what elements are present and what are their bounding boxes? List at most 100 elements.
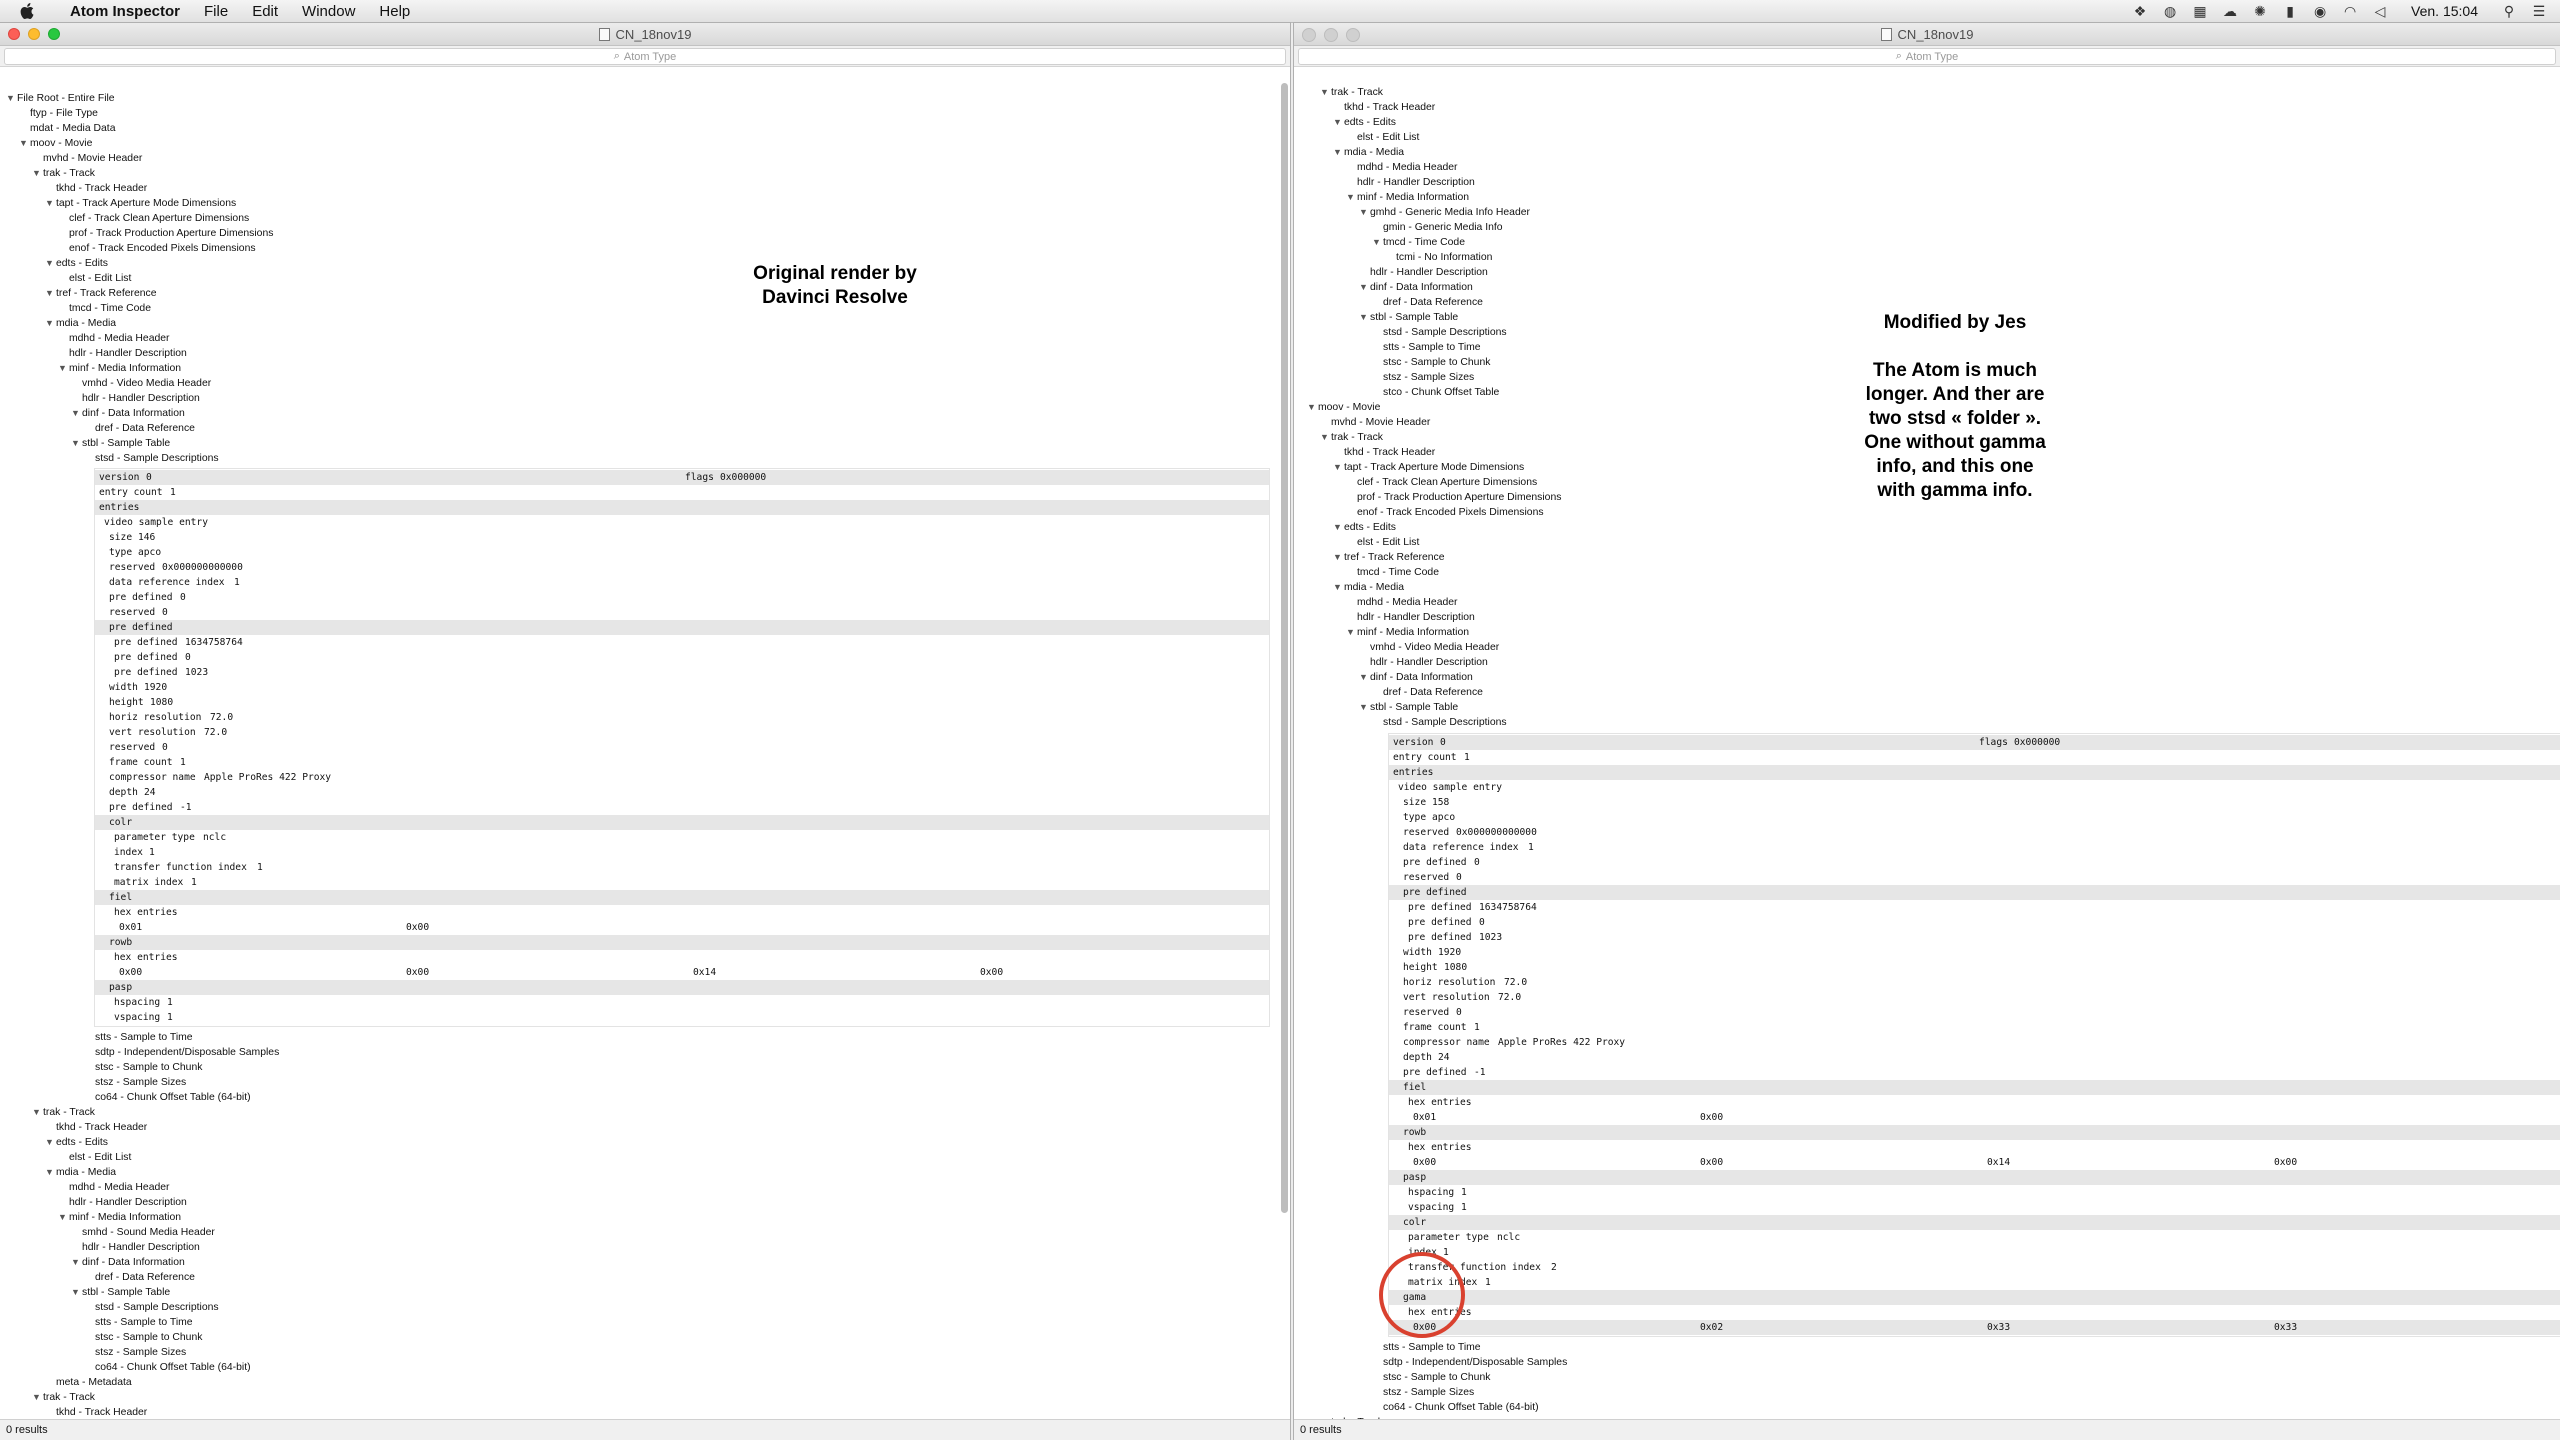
disclosure-triangle-icon[interactable]: ▼ [1333, 115, 1344, 130]
tree-node[interactable]: ▼trak - Track [32, 1105, 95, 1120]
disclosure-triangle-icon[interactable]: ▼ [58, 361, 69, 376]
disclosure-triangle-icon[interactable]: ▼ [1333, 580, 1344, 595]
left-titlebar[interactable]: CN_18nov19 [0, 23, 1290, 46]
tree-node[interactable]: ▼ dinf - Data Information [1359, 670, 1473, 685]
tree-node[interactable]: ▼ mdia - Media [45, 316, 116, 331]
vertical-scrollbar[interactable] [1281, 83, 1288, 1213]
disclosure-triangle-icon[interactable]: ▼ [1333, 460, 1344, 475]
tree-node[interactable]: ▼stsc - Sample to Chunk [84, 1330, 202, 1345]
battery-icon[interactable]: ▮ [2281, 2, 2299, 20]
tree-node[interactable]: ▼ftyp - File Type [19, 106, 98, 121]
record-icon[interactable]: ◉ [2311, 2, 2329, 20]
tree-node[interactable]: ▼clef - Track Clean Aperture Dimensions [58, 211, 249, 226]
dropbox-icon[interactable]: ❖ [2131, 2, 2149, 20]
tree-node[interactable]: ▼hdlr - Handler Description [58, 346, 187, 361]
menu-clock[interactable]: Ven. 15:04 [2401, 3, 2488, 19]
disclosure-triangle-icon[interactable]: ▼ [32, 1105, 43, 1120]
disclosure-triangle-icon[interactable]: ▼ [1320, 430, 1331, 445]
tree-node[interactable]: ▼dref - Data Reference [84, 421, 195, 436]
wacom-icon[interactable]: ▦ [2191, 2, 2209, 20]
close-button[interactable] [8, 28, 20, 40]
apple-menu-icon[interactable] [18, 2, 36, 20]
tree-node[interactable]: ▼mdhd - Media Header [1346, 595, 1458, 610]
tree-node[interactable]: ▼ minf - Media Information [1346, 625, 1469, 640]
disclosure-triangle-icon[interactable]: ▼ [45, 196, 56, 211]
tree-node[interactable]: ▼ dinf - Data Information [1359, 280, 1473, 295]
tree-node[interactable]: ▼stsc - Sample to Chunk [84, 1060, 202, 1075]
disclosure-triangle-icon[interactable]: ▼ [1359, 280, 1370, 295]
minimize-button[interactable] [1324, 28, 1338, 42]
tree-node[interactable]: ▼ dinf - Data Information [71, 406, 185, 421]
brightness-icon[interactable]: ✺ [2251, 2, 2269, 20]
tree-node[interactable]: ▼stsc - Sample to Chunk [1372, 1370, 1490, 1385]
list-icon[interactable]: ☰ [2530, 2, 2548, 20]
tree-node[interactable]: ▼hdlr - Handler Description [58, 1195, 187, 1210]
app-menu[interactable]: Atom Inspector [58, 3, 192, 20]
disclosure-triangle-icon[interactable]: ▼ [1307, 400, 1318, 415]
tree-node[interactable]: ▼ tref - Track Reference [45, 286, 156, 301]
tree-node[interactable]: ▼stsz - Sample Sizes [1372, 370, 1474, 385]
tree-node[interactable]: ▼ moov - Movie [1307, 400, 1380, 415]
tree-node[interactable]: ▼hdlr - Handler Description [1359, 655, 1488, 670]
volume-icon[interactable]: ◁ [2371, 2, 2389, 20]
tree-node[interactable]: ▼tkhd - Track Header [45, 1405, 147, 1420]
minimize-button[interactable] [28, 28, 40, 40]
tree-node[interactable]: ▼trak - Track [32, 1390, 95, 1405]
tree-node[interactable]: ▼tmcd - Time Code [1346, 565, 1439, 580]
disclosure-triangle-icon[interactable]: ▼ [1333, 550, 1344, 565]
tree-node[interactable]: ▼ tapt - Track Aperture Mode Dimensions [45, 196, 236, 211]
disclosure-triangle-icon[interactable]: ▼ [1359, 700, 1370, 715]
tree-node[interactable]: ▼tkhd - Track Header [45, 181, 147, 196]
menu-help[interactable]: Help [367, 3, 422, 20]
tree-node[interactable]: ▼ mdia - Media [45, 1165, 116, 1180]
tree-node[interactable]: ▼hdlr - Handler Description [1359, 265, 1488, 280]
tree-node[interactable]: ▼vmhd - Video Media Header [71, 376, 211, 391]
atom-type-search[interactable]: ⌕ Atom Type [1298, 48, 2556, 65]
tree-node[interactable]: ▼ File Root - Entire File [6, 91, 115, 106]
tree-node[interactable]: ▼smhd - Sound Media Header [71, 1225, 215, 1240]
disclosure-triangle-icon[interactable]: ▼ [1346, 190, 1357, 205]
tree-node[interactable]: ▼stsz - Sample Sizes [84, 1075, 186, 1090]
disclosure-triangle-icon[interactable]: ▼ [1333, 520, 1344, 535]
atom-type-search[interactable]: ⌕ Atom Type [4, 48, 1286, 65]
tree-node[interactable]: ▼sdtp - Independent/Disposable Samples [84, 1045, 279, 1060]
disclosure-triangle-icon[interactable]: ▼ [19, 136, 30, 151]
tree-node[interactable]: ▼sdtp - Independent/Disposable Samples [1372, 1355, 1567, 1370]
tree-node[interactable]: ▼ minf - Media Information [58, 1210, 181, 1225]
tree-node[interactable]: ▼dref - Data Reference [1372, 295, 1483, 310]
globe-icon[interactable]: ◍ [2161, 2, 2179, 20]
disclosure-triangle-icon[interactable]: ▼ [6, 91, 17, 106]
tree-node[interactable]: ▼mdhd - Media Header [58, 331, 170, 346]
disclosure-triangle-icon[interactable]: ▼ [45, 316, 56, 331]
tree-node[interactable]: ▼mvhd - Movie Header [1320, 415, 1430, 430]
tree-node[interactable]: ▼hdlr - Handler Description [71, 1240, 200, 1255]
tree-node[interactable]: ▼co64 - Chunk Offset Table (64-bit) [84, 1090, 251, 1105]
disclosure-triangle-icon[interactable]: ▼ [1359, 670, 1370, 685]
tree-node[interactable]: ▼trak - Track [1320, 85, 1383, 100]
disclosure-triangle-icon[interactable]: ▼ [45, 286, 56, 301]
tree-node[interactable]: ▼mvhd - Movie Header [32, 151, 142, 166]
tree-node[interactable]: ▼ edts - Edits [1333, 520, 1396, 535]
tree-node[interactable]: ▼ stbl - Sample Table [71, 1285, 170, 1300]
tree-node[interactable]: ▼ minf - Media Information [58, 361, 181, 376]
tree-node[interactable]: ▼co64 - Chunk Offset Table (64-bit) [1372, 1400, 1539, 1415]
tree-node[interactable]: ▼stsd - Sample Descriptions [84, 1300, 219, 1315]
tree-node[interactable]: ▼tmcd - Time Code [1372, 235, 1465, 250]
menu-file[interactable]: File [192, 3, 240, 20]
tree-node[interactable]: ▼stsd - Sample Descriptions [1372, 325, 1507, 340]
tree-node[interactable]: ▼elst - Edit List [58, 1150, 131, 1165]
disclosure-triangle-icon[interactable]: ▼ [45, 1135, 56, 1150]
tree-node[interactable]: ▼ stbl - Sample Table [1359, 700, 1458, 715]
tree-node[interactable]: ▼co64 - Chunk Offset Table (64-bit) [84, 1360, 251, 1375]
right-titlebar[interactable]: CN_18nov19 [1294, 23, 2560, 46]
wifi-icon[interactable]: ◠ [2341, 2, 2359, 20]
disclosure-triangle-icon[interactable]: ▼ [45, 256, 56, 271]
tree-node[interactable]: ▼stco - Chunk Offset Table [1372, 385, 1499, 400]
tree-node[interactable]: ▼stsd - Sample Descriptions [1372, 715, 1507, 730]
tree-node[interactable]: ▼ tapt - Track Aperture Mode Dimensions [1333, 460, 1524, 475]
tree-node[interactable]: ▼tkhd - Track Header [1333, 445, 1435, 460]
tree-node[interactable]: ▼stts - Sample to Time [1372, 1340, 1481, 1355]
tree-node[interactable]: ▼trak - Track [32, 166, 95, 181]
tree-node[interactable]: ▼gmin - Generic Media Info [1372, 220, 1503, 235]
tree-node[interactable]: ▼ edts - Edits [45, 1135, 108, 1150]
